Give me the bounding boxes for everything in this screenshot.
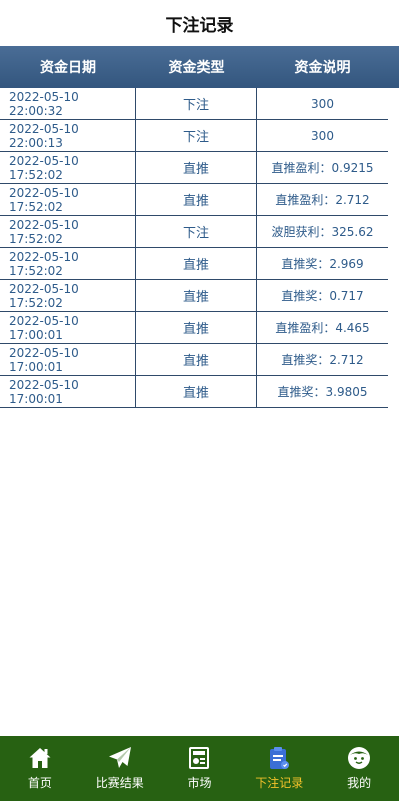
tab-home[interactable]: 首页 (0, 736, 80, 801)
cell-date: 2022-05-10 22:00:32 (0, 88, 136, 119)
cell-date: 2022-05-10 17:00:01 (0, 376, 136, 407)
tab-bet-records[interactable]: 下注记录 (239, 736, 319, 801)
cell-description: 直推奖：0.717 (281, 289, 364, 303)
cell-date: 2022-05-10 17:00:01 (0, 344, 136, 375)
cell-description: 直推奖：2.969 (281, 257, 364, 271)
bottom-tab-bar: 首页 比赛结果 市场 下注记录 我的 (0, 736, 399, 801)
tab-label: 首页 (27, 776, 52, 790)
table-row: 2022-05-10 17:52:02 直推 直推盈利：2.712 (0, 184, 388, 216)
table-header: 资金日期 资金类型 资金说明 (0, 46, 399, 88)
cell-description: 直推盈利：0.9215 (271, 161, 374, 175)
cell-type: 直推 (136, 152, 257, 183)
cell-type: 直推 (136, 248, 257, 279)
cell-description: 直推奖：3.9805 (277, 385, 368, 399)
column-header-description: 资金说明 (294, 60, 351, 76)
tab-profile[interactable]: 我的 (319, 736, 399, 801)
clipboard-icon (267, 746, 291, 770)
cell-type: 下注 (136, 120, 257, 151)
cell-date: 2022-05-10 17:52:02 (0, 280, 136, 311)
cell-date: 2022-05-10 17:52:02 (0, 184, 136, 215)
paper-plane-icon (108, 746, 132, 770)
tab-label: 比赛结果 (95, 776, 144, 790)
cell-date: 2022-05-10 17:00:01 (0, 312, 136, 343)
table-row: 2022-05-10 17:00:01 直推 直推盈利：4.465 (0, 312, 388, 344)
table-body: 2022-05-10 22:00:32 下注 300 2022-05-10 22… (0, 88, 388, 408)
table-row: 2022-05-10 17:52:02 直推 直推奖：0.717 (0, 280, 388, 312)
market-icon (187, 746, 211, 770)
cell-type: 直推 (136, 312, 257, 343)
tab-label: 我的 (347, 776, 372, 790)
table-row: 2022-05-10 22:00:13 下注 300 (0, 120, 388, 152)
cell-type: 下注 (136, 216, 257, 247)
face-icon (347, 746, 371, 770)
cell-description: 300 (311, 128, 334, 143)
table-row: 2022-05-10 17:52:02 下注 波胆获利：325.62 (0, 216, 388, 248)
cell-type: 下注 (136, 88, 257, 119)
table-row: 2022-05-10 22:00:32 下注 300 (0, 88, 388, 120)
top-bar: 下注记录 (0, 0, 399, 46)
home-icon (28, 746, 52, 770)
table-row: 2022-05-10 17:52:02 直推 直推奖：2.969 (0, 248, 388, 280)
cell-date: 2022-05-10 17:52:02 (0, 216, 136, 247)
cell-date: 2022-05-10 17:52:02 (0, 152, 136, 183)
table-row: 2022-05-10 17:00:01 直推 直推奖：3.9805 (0, 376, 388, 408)
table-row: 2022-05-10 17:00:01 直推 直推奖：2.712 (0, 344, 388, 376)
table-row: 2022-05-10 17:52:02 直推 直推盈利：0.9215 (0, 152, 388, 184)
tab-label: 市场 (187, 776, 212, 790)
tab-market[interactable]: 市场 (160, 736, 240, 801)
page-title: 下注记录 (165, 15, 234, 36)
cell-type: 直推 (136, 184, 257, 215)
cell-description: 直推盈利：4.465 (275, 321, 370, 335)
column-header-type: 资金类型 (168, 60, 225, 76)
column-header-date: 资金日期 (40, 60, 96, 76)
cell-type: 直推 (136, 344, 257, 375)
cell-date: 2022-05-10 17:52:02 (0, 248, 136, 279)
cell-description: 直推奖：2.712 (281, 353, 364, 367)
cell-date: 2022-05-10 22:00:13 (0, 120, 136, 151)
cell-description: 直推盈利：2.712 (275, 193, 370, 207)
tab-label: 下注记录 (255, 776, 304, 790)
cell-description: 300 (311, 96, 334, 111)
tab-match-results[interactable]: 比赛结果 (80, 736, 160, 801)
cell-type: 直推 (136, 280, 257, 311)
cell-type: 直推 (136, 376, 257, 407)
cell-description: 波胆获利：325.62 (271, 225, 374, 239)
